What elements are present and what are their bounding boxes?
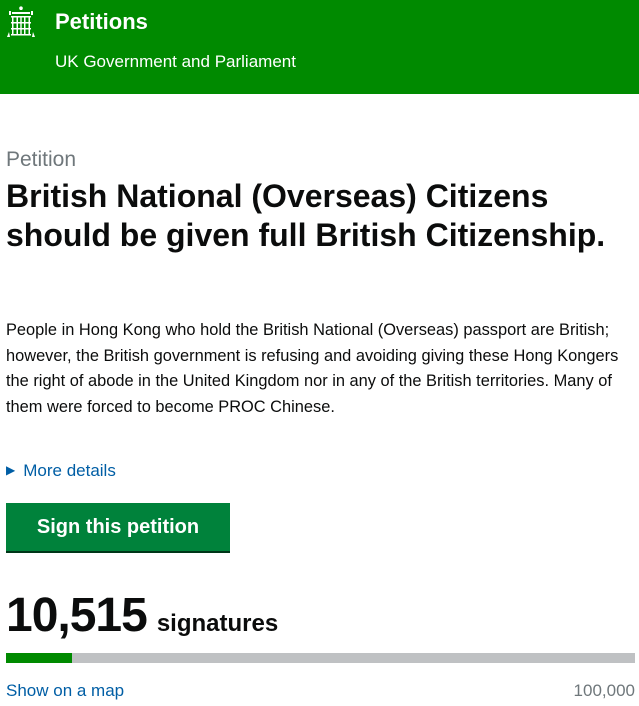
more-details-toggle[interactable]: ▶ More details [6, 459, 116, 482]
petition-kicker: Petition [6, 148, 77, 171]
portcullis-icon[interactable] [6, 6, 36, 38]
site-subtitle: UK Government and Parliament [55, 52, 296, 71]
signature-count: 10,515 signatures [6, 591, 278, 652]
signature-progress-bar [6, 653, 635, 663]
signature-progress-fill [6, 653, 73, 663]
site-header: Petitions UK Government and Parliament [0, 0, 639, 94]
triangle-right-icon: ▶ [6, 463, 16, 477]
signature-target: 100,000 [573, 681, 635, 700]
signature-count-number: 10,515 [6, 589, 148, 642]
show-on-map-link[interactable]: Show on a map [6, 680, 124, 702]
petition-description: People in Hong Kong who hold the British… [6, 321, 619, 416]
signature-count-label: signatures [156, 610, 279, 637]
more-details-label: More details [23, 461, 116, 480]
site-title[interactable]: Petitions [55, 8, 148, 36]
sign-petition-button[interactable]: Sign this petition [6, 503, 230, 551]
petition-title: British National (Overseas) Citizens sho… [6, 178, 606, 253]
